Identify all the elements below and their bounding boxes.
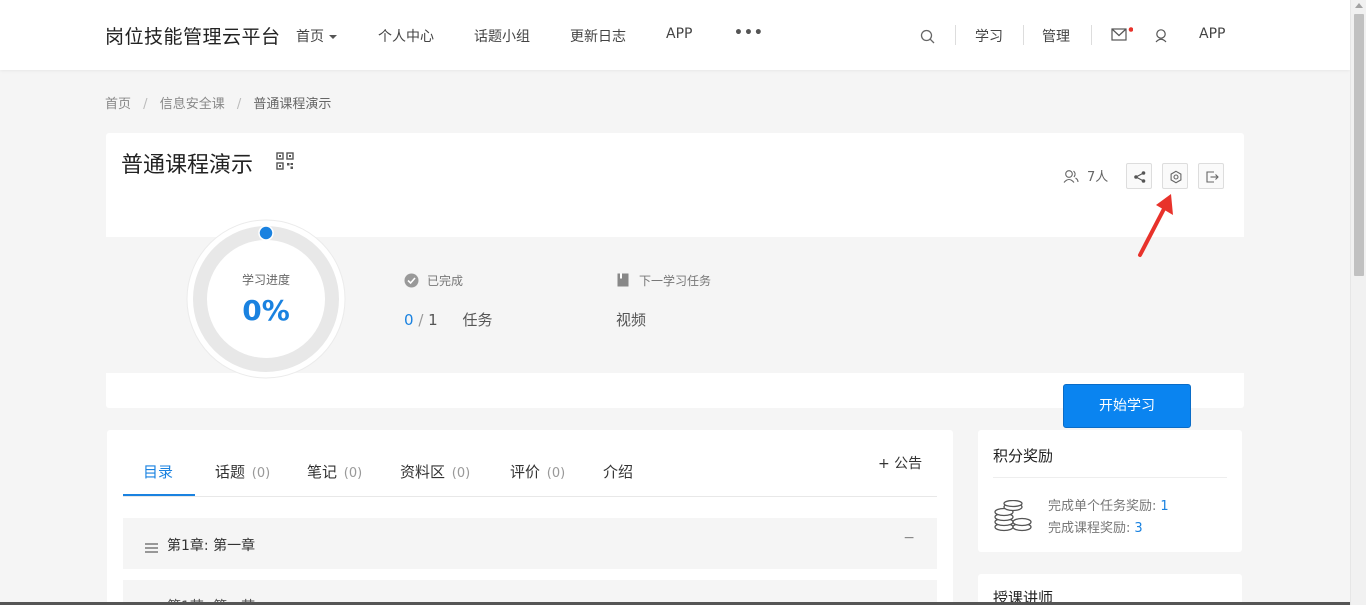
header-divider	[955, 25, 956, 45]
more-menu-button[interactable]: •••	[734, 25, 764, 41]
qr-code-icon[interactable]	[276, 152, 294, 174]
next-task-value[interactable]: 视频	[616, 309, 646, 330]
nav-changelog[interactable]: 更新日志	[570, 26, 626, 46]
course-header-card: 普通课程演示 7人 已完成 0 / 1 任务 下一学习任务 视频 开始学习 学习…	[106, 133, 1244, 428]
rewards-card: 积分奖励 完成单个任务奖励: 1 完成课程奖励: 3	[978, 430, 1242, 552]
member-count-label: 7人	[1087, 170, 1109, 185]
card-divider	[993, 477, 1227, 478]
tab-topics[interactable]: 话题 (0)	[215, 461, 270, 482]
member-count: 7人	[1063, 166, 1108, 188]
share-icon	[1134, 171, 1146, 183]
tab-divider	[123, 496, 937, 497]
breadcrumb-separator: /	[236, 97, 242, 112]
book-icon	[617, 273, 629, 290]
header-divider	[1023, 25, 1024, 45]
app-download-link[interactable]: APP	[1199, 26, 1225, 42]
next-task-label: 下一学习任务	[617, 272, 711, 290]
progress-marker-dot	[258, 225, 274, 241]
breadcrumb-home[interactable]: 首页	[105, 97, 131, 112]
brand-logo[interactable]: 岗位技能管理云平台	[105, 22, 281, 49]
nav-personal-center[interactable]: 个人中心	[378, 26, 434, 46]
progress-ring: 学习进度 0%	[186, 219, 346, 379]
breadcrumb-separator: /	[143, 97, 148, 112]
collapse-icon[interactable]: −	[903, 530, 915, 546]
nav-topic-groups[interactable]: 话题小组	[474, 26, 530, 46]
rewards-title: 积分奖励	[993, 447, 1054, 465]
progress-percentage: 0%	[242, 294, 290, 327]
progress-label: 学习进度	[241, 273, 290, 287]
mail-icon[interactable]	[1111, 27, 1134, 47]
total-count: 1	[428, 311, 438, 329]
completed-count: 0	[404, 311, 414, 329]
add-notice-button[interactable]: + 公告	[878, 453, 922, 473]
tab-materials[interactable]: 资料区 (0)	[400, 461, 470, 482]
page-scrollbar[interactable]	[1350, 0, 1366, 605]
search-icon[interactable]	[920, 29, 936, 49]
check-circle-icon	[404, 273, 419, 291]
caret-down-icon	[329, 35, 337, 39]
start-learning-button[interactable]: 开始学习	[1063, 384, 1191, 428]
study-link[interactable]: 学习	[975, 26, 1003, 46]
manage-link[interactable]: 管理	[1042, 26, 1070, 46]
teachers-card: 授课讲师	[978, 574, 1242, 605]
user-icon[interactable]	[1153, 28, 1169, 48]
exit-icon	[1206, 171, 1219, 183]
users-icon	[1063, 169, 1079, 188]
course-title: 普通课程演示	[121, 153, 254, 178]
tab-intro[interactable]: 介绍	[603, 461, 635, 482]
tab-notes[interactable]: 笔记 (0)	[307, 461, 362, 482]
list-icon	[145, 538, 158, 557]
coins-icon	[993, 499, 1033, 536]
top-header: 岗位技能管理云平台 首页 个人中心 话题小组 更新日志 APP ••• 学习 管…	[0, 0, 1350, 70]
breadcrumb-category[interactable]: 信息安全课	[160, 97, 225, 112]
tab-reviews[interactable]: 评价 (0)	[510, 461, 565, 482]
breadcrumb: 首页 / 信息安全课 / 普通课程演示	[105, 93, 339, 112]
scrollbar-thumb[interactable]	[1354, 14, 1364, 276]
nav-home[interactable]: 首页	[296, 26, 337, 46]
task-reward: 完成单个任务奖励: 1	[1048, 499, 1169, 514]
completed-tasks: 0 / 1 任务	[404, 309, 493, 330]
completed-label: 已完成	[404, 272, 463, 291]
breadcrumb-current: 普通课程演示	[253, 97, 332, 112]
share-button[interactable]	[1126, 163, 1152, 189]
completed-slash: /	[418, 311, 424, 329]
tab-catalog[interactable]: 目录	[143, 461, 175, 482]
course-content-card: 目录 话题 (0) 笔记 (0) 资料区 (0) 评价 (0) 介绍 + 公告 …	[107, 430, 953, 605]
chapter-row[interactable]: 第1章: 第一章 −	[123, 518, 937, 569]
gear-icon	[1170, 170, 1182, 184]
scroll-up-arrow-icon[interactable]	[1355, 3, 1363, 8]
course-reward: 完成课程奖励: 3	[1048, 521, 1143, 536]
task-unit-label: 任务	[462, 311, 493, 329]
chapter-title: 第1章: 第一章	[167, 538, 256, 554]
annotation-arrow-icon	[1138, 194, 1173, 257]
exit-course-button[interactable]	[1198, 163, 1224, 189]
nav-app[interactable]: APP	[666, 26, 692, 42]
settings-button[interactable]	[1162, 163, 1188, 189]
header-divider	[1091, 25, 1092, 45]
